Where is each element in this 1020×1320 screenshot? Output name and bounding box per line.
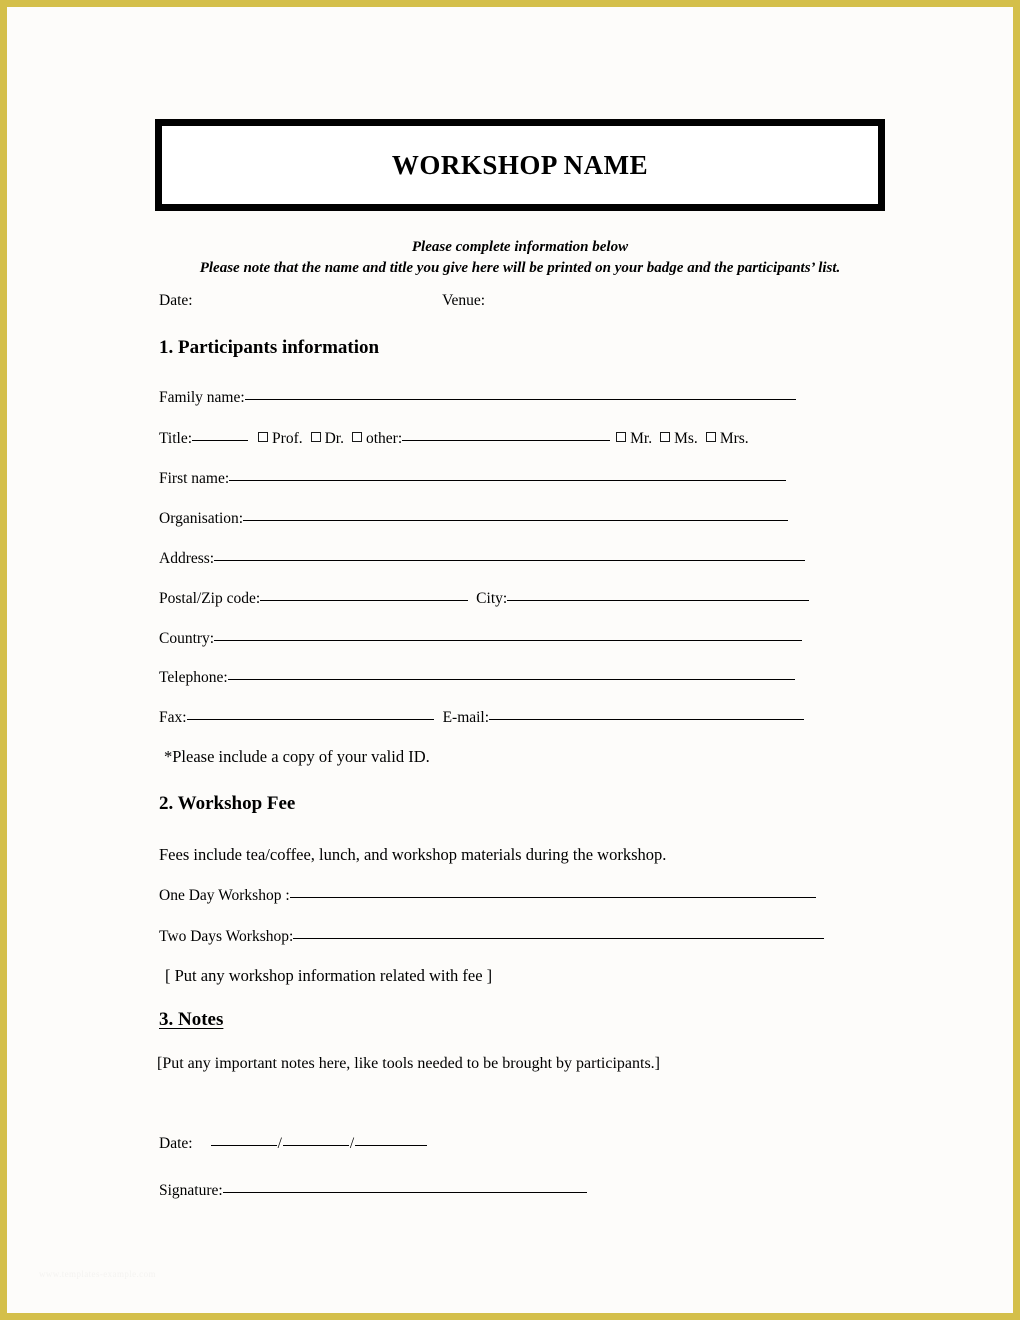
field-telephone[interactable]: Telephone: — [159, 669, 795, 687]
checkbox-other[interactable] — [351, 432, 362, 442]
field-country[interactable]: Country: — [159, 630, 803, 648]
field-first-name[interactable]: First name: — [159, 470, 787, 488]
signature-label: Signature: — [159, 1182, 223, 1199]
field-fax-email[interactable]: Fax: E-mail: — [159, 709, 805, 727]
signature-date-row[interactable]: Date: / / — [159, 1135, 428, 1153]
city-label: City: — [476, 590, 508, 607]
other-title-input[interactable] — [402, 440, 611, 441]
document-page: WORKSHOP NAME Please complete informatio… — [7, 7, 1013, 1313]
fax-input[interactable] — [186, 719, 434, 720]
signature-date-label: Date: — [159, 1135, 193, 1152]
title-input[interactable] — [192, 440, 249, 441]
field-postal-city[interactable]: Postal/Zip code: City: — [159, 590, 810, 608]
date-separator-1: / — [277, 1135, 282, 1152]
field-organisation[interactable]: Organisation: — [159, 510, 789, 528]
signature-input[interactable] — [222, 1192, 587, 1193]
postal-code-label: Postal/Zip code: — [159, 590, 261, 607]
postal-code-input[interactable] — [260, 600, 469, 601]
one-day-workshop-input[interactable] — [289, 897, 816, 898]
page-title: WORKSHOP NAME — [391, 149, 649, 180]
organisation-label: Organisation: — [159, 510, 244, 527]
telephone-label: Telephone: — [159, 669, 228, 686]
section-heading-notes: 3. Notes — [159, 1009, 224, 1030]
country-label: Country: — [159, 630, 215, 647]
signature-date-month-input[interactable] — [282, 1145, 349, 1146]
subtitle-block: Please complete information below Please… — [155, 237, 885, 279]
email-input[interactable] — [489, 719, 805, 720]
field-one-day-fee[interactable]: One Day Workshop : — [159, 887, 816, 905]
checkbox-label-mrs: Mrs. — [719, 430, 749, 447]
field-address[interactable]: Address: — [159, 550, 806, 568]
workshop-title-frame: WORKSHOP NAME — [155, 119, 885, 211]
checkbox-mr[interactable] — [616, 432, 627, 442]
title-label: Title: — [159, 430, 193, 447]
signature-date-day-input[interactable] — [210, 1145, 277, 1146]
date-label: Date: — [159, 292, 193, 309]
address-input[interactable] — [214, 560, 806, 561]
family-name-label: Family name: — [159, 389, 245, 406]
subtitle-line-1: Please complete information below — [411, 239, 629, 255]
fee-placeholder-note: [ Put any workshop information related w… — [165, 966, 493, 985]
checkbox-label-prof: Prof. — [272, 430, 303, 447]
field-title-row[interactable]: Title: Prof. Dr. other: Mr. Ms. Mrs. — [159, 430, 757, 448]
telephone-input[interactable] — [227, 679, 795, 680]
workshop-title-frame-inner: WORKSHOP NAME — [161, 125, 879, 205]
date-venue-row: Date: Venue: — [159, 292, 485, 310]
venue-label: Venue: — [442, 292, 486, 309]
valid-id-note: *Please include a copy of your valid ID. — [164, 747, 430, 766]
notes-placeholder-note: [Put any important notes here, like tool… — [157, 1055, 660, 1072]
field-signature[interactable]: Signature: — [159, 1182, 587, 1200]
country-input[interactable] — [214, 640, 803, 641]
checkbox-label-ms: Ms. — [674, 430, 698, 447]
date-separator-2: / — [349, 1135, 355, 1152]
section-heading-fee: 2. Workshop Fee — [159, 793, 296, 814]
watermark-text: www.templates-example.com — [39, 1269, 156, 1279]
two-days-workshop-label: Two Days Workshop: — [159, 928, 294, 945]
signature-date-year-input[interactable] — [355, 1145, 428, 1146]
one-day-workshop-label: One Day Workshop : — [159, 887, 290, 904]
checkbox-prof[interactable] — [258, 432, 269, 442]
other-label: other: — [365, 430, 403, 447]
checkbox-dr[interactable] — [310, 432, 321, 442]
email-label: E-mail: — [442, 709, 490, 726]
fax-label: Fax: — [159, 709, 187, 726]
family-name-input[interactable] — [244, 399, 796, 400]
organisation-input[interactable] — [243, 520, 789, 521]
first-name-label: First name: — [159, 470, 230, 487]
checkbox-label-mr: Mr. — [630, 430, 653, 447]
field-two-days-fee[interactable]: Two Days Workshop: — [159, 928, 825, 946]
field-family-name[interactable]: Family name: — [159, 389, 796, 407]
checkbox-ms[interactable] — [660, 432, 671, 442]
first-name-input[interactable] — [229, 480, 787, 481]
checkbox-mrs[interactable] — [705, 432, 716, 442]
city-input[interactable] — [507, 600, 810, 601]
address-label: Address: — [159, 550, 215, 567]
checkbox-label-dr: Dr. — [324, 430, 344, 447]
subtitle-line-2: Please note that the name and title you … — [199, 260, 841, 276]
section-heading-participants: 1. Participants information — [159, 337, 380, 358]
two-days-workshop-input[interactable] — [293, 938, 825, 939]
fee-description: Fees include tea/coffee, lunch, and work… — [159, 845, 667, 864]
